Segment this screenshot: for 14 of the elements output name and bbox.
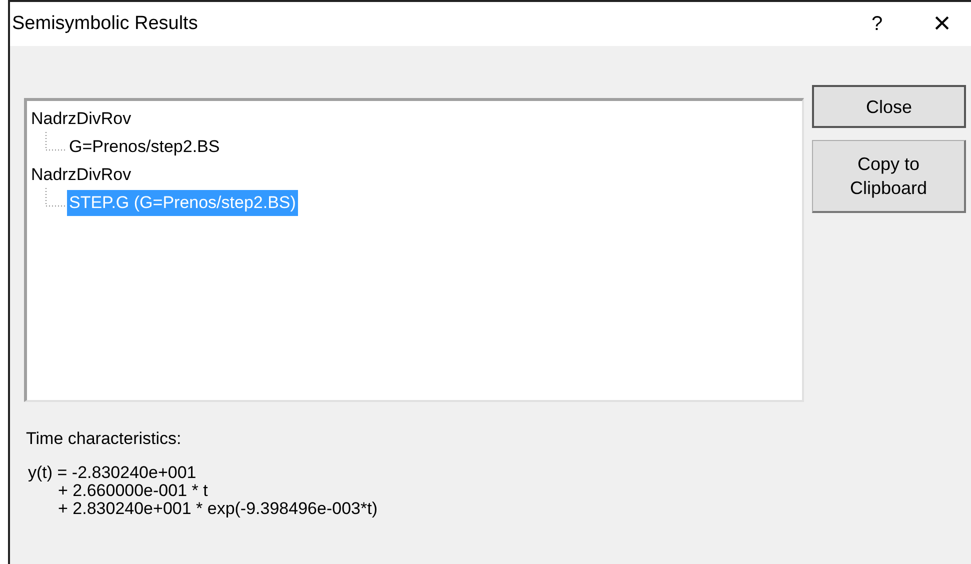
- section-label: Time characteristics:: [26, 428, 182, 450]
- tree-item[interactable]: G=Prenos/step2.BS: [67, 134, 222, 160]
- dialog-button[interactable]: Close: [812, 85, 966, 128]
- formula-line: + 2.830240e+001 * exp(-9.398496e-003*t): [58, 500, 378, 518]
- formula-line: + 2.660000e-001 * t: [58, 482, 208, 500]
- tree-connector-icon: [45, 132, 67, 152]
- formula-line: y(t) = -2.830240e+001: [28, 464, 196, 482]
- tree-item[interactable]: NadrzDivRov: [29, 106, 134, 132]
- tree-connector-icon: [45, 188, 67, 208]
- tree-item[interactable]: NadrzDivRov: [29, 162, 134, 188]
- help-button[interactable]: ?: [857, 9, 897, 39]
- dialog-button[interactable]: Copy to Clipboard: [812, 140, 966, 213]
- window-title: Semisymbolic Results: [12, 12, 199, 36]
- close-button[interactable]: ×: [917, 9, 967, 39]
